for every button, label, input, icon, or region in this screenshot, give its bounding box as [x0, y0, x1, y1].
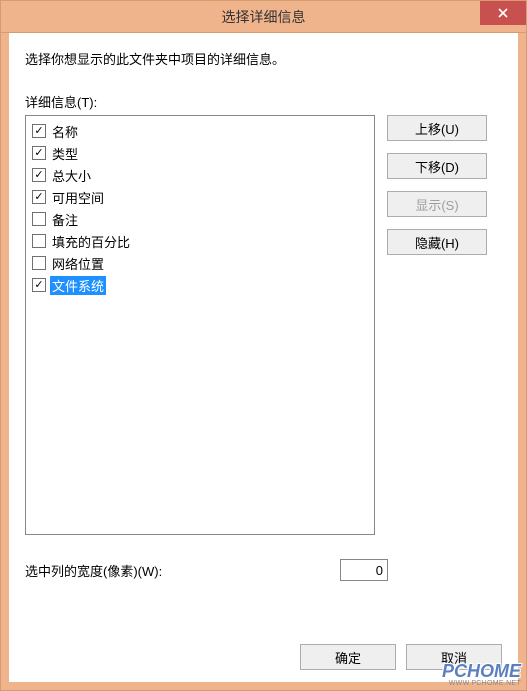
checkbox[interactable]: [32, 278, 46, 292]
width-input[interactable]: [340, 559, 388, 581]
instruction-text: 选择你想显示的此文件夹中项目的详细信息。: [25, 49, 502, 68]
move-down-button[interactable]: 下移(D): [387, 153, 487, 179]
list-item[interactable]: 填充的百分比: [30, 230, 370, 252]
list-item[interactable]: 文件系统: [30, 274, 370, 296]
list-item-label: 总大小: [50, 166, 93, 185]
checkbox[interactable]: [32, 146, 46, 160]
dialog-window: 选择详细信息 选择你想显示的此文件夹中项目的详细信息。 详细信息(T): 名称类…: [0, 0, 527, 691]
window-frame: 选择你想显示的此文件夹中项目的详细信息。 详细信息(T): 名称类型总大小可用空…: [1, 33, 526, 690]
width-row: 选中列的宽度(像素)(W):: [25, 559, 502, 581]
dialog-body: 选择你想显示的此文件夹中项目的详细信息。 详细信息(T): 名称类型总大小可用空…: [9, 33, 518, 682]
titlebar: 选择详细信息: [1, 1, 526, 33]
list-item[interactable]: 总大小: [30, 164, 370, 186]
close-button[interactable]: [480, 1, 526, 25]
close-icon: [498, 8, 508, 18]
list-label: 详细信息(T):: [25, 92, 502, 111]
list-item-label: 备注: [50, 210, 80, 229]
side-buttons: 上移(U) 下移(D) 显示(S) 隐藏(H): [387, 115, 487, 535]
list-item-label: 文件系统: [50, 276, 106, 295]
list-item[interactable]: 名称: [30, 120, 370, 142]
checkbox[interactable]: [32, 190, 46, 204]
ok-button[interactable]: 确定: [300, 644, 396, 670]
list-item-label: 网络位置: [50, 254, 106, 273]
list-item[interactable]: 类型: [30, 142, 370, 164]
cancel-button[interactable]: 取消: [406, 644, 502, 670]
hide-button[interactable]: 隐藏(H): [387, 229, 487, 255]
width-label: 选中列的宽度(像素)(W):: [25, 561, 162, 580]
list-item[interactable]: 备注: [30, 208, 370, 230]
list-item[interactable]: 可用空间: [30, 186, 370, 208]
checkbox[interactable]: [32, 256, 46, 270]
list-item-label: 可用空间: [50, 188, 106, 207]
show-button[interactable]: 显示(S): [387, 191, 487, 217]
title-text: 选择详细信息: [222, 7, 306, 27]
checkbox[interactable]: [32, 212, 46, 226]
checkbox[interactable]: [32, 234, 46, 248]
list-item-label: 名称: [50, 122, 80, 141]
list-item-label: 类型: [50, 144, 80, 163]
list-item-label: 填充的百分比: [50, 232, 132, 251]
checkbox[interactable]: [32, 168, 46, 182]
move-up-button[interactable]: 上移(U): [387, 115, 487, 141]
list-item[interactable]: 网络位置: [30, 252, 370, 274]
details-listbox[interactable]: 名称类型总大小可用空间备注填充的百分比网络位置文件系统: [25, 115, 375, 535]
checkbox[interactable]: [32, 124, 46, 138]
bottom-buttons: 确定 取消: [300, 644, 502, 670]
body-row: 名称类型总大小可用空间备注填充的百分比网络位置文件系统 上移(U) 下移(D) …: [25, 115, 502, 535]
